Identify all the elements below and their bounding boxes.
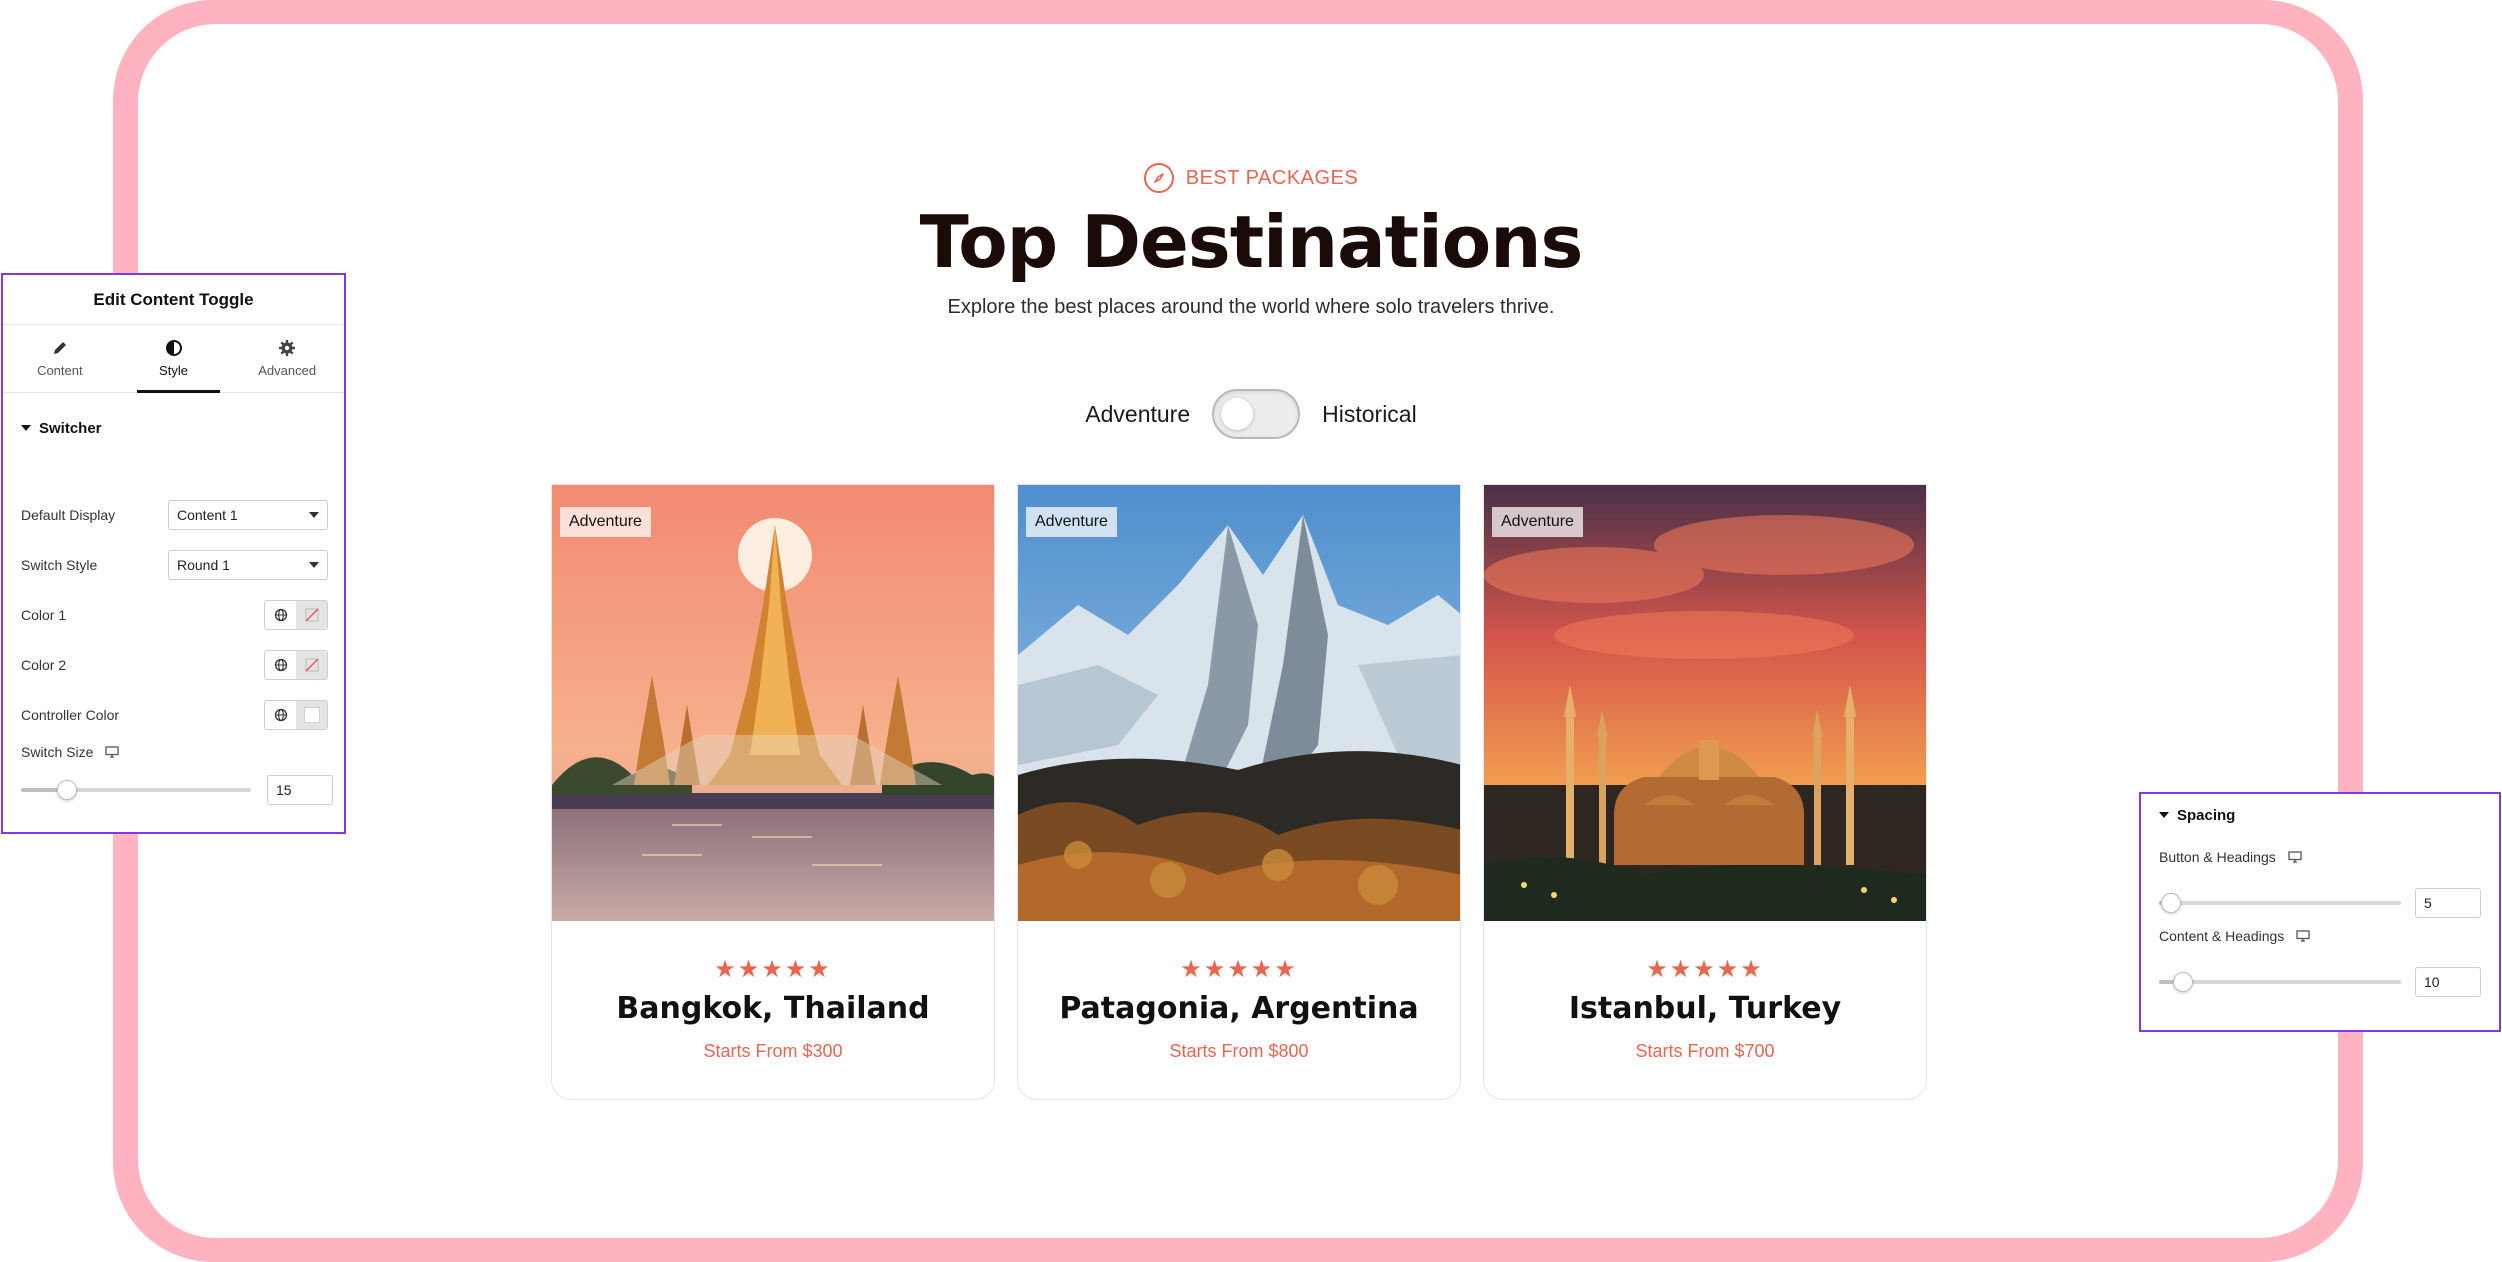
tab-advanced[interactable]: Advanced (230, 325, 344, 392)
rating-stars: ★★★★★ (1646, 956, 1764, 983)
slider-knob[interactable] (2173, 972, 2193, 992)
desktop-icon[interactable] (2288, 851, 2302, 863)
tab-label: Advanced (258, 363, 317, 378)
tab-style[interactable]: Style (117, 325, 231, 393)
card-tag: Adventure (1026, 507, 1117, 537)
field-label: Color 2 (21, 657, 67, 673)
section-label: Spacing (2177, 806, 2236, 824)
color-1-control (264, 600, 328, 630)
card-title: Istanbul, Turkey (1568, 991, 1842, 1026)
color-swatch-unset[interactable] (296, 601, 327, 629)
content-headings-slider[interactable] (2159, 972, 2401, 992)
destination-image-patagonia (1018, 485, 1460, 921)
slider-knob[interactable] (57, 780, 77, 800)
tab-label: Style (159, 363, 188, 378)
page-title: Top Destinations (919, 200, 1584, 284)
content-toggle-switch[interactable] (1212, 389, 1301, 439)
rating-stars: ★★★★★ (714, 956, 832, 983)
pencil-icon (53, 342, 66, 354)
destination-image-istanbul (1484, 485, 1926, 921)
color-swatch-white[interactable] (296, 701, 327, 729)
switch-style-select[interactable]: Round 1 (168, 550, 328, 580)
color-1-row: Color 1 (21, 600, 328, 630)
content-headings-row: Content & Headings (2159, 921, 2483, 951)
spacing-panel: Spacing Button & Headings 5 Content & He… (2139, 792, 2501, 1032)
controller-color-row: Controller Color (21, 700, 328, 730)
select-value: Content 1 (177, 507, 238, 523)
card-tag: Adventure (1492, 507, 1583, 537)
destination-card[interactable]: Adventure ★★★★★ Istanbul, Turkey Starts … (1483, 484, 1927, 1100)
field-label: Default Display (21, 507, 116, 523)
caret-down-icon (21, 425, 31, 431)
default-display-row: Default Display Content 1 (21, 500, 328, 530)
card-title: Patagonia, Argentina (1059, 991, 1419, 1026)
toggle-label-adventure[interactable]: Adventure (1085, 401, 1190, 428)
edit-content-toggle-panel: Edit Content Toggle Content Style Advanc… (1, 273, 346, 834)
page-subtitle: Explore the best places around the world… (947, 296, 1555, 318)
desktop-icon[interactable] (2296, 930, 2310, 942)
kicker-text: BEST PACKAGES (1185, 166, 1359, 189)
card-tag: Adventure (560, 507, 651, 537)
switch-size-input[interactable]: 15 (267, 775, 333, 805)
toggle-label-historical[interactable]: Historical (1322, 401, 1417, 428)
content-toggle: Adventure Historical (0, 388, 2502, 440)
globe-icon[interactable] (265, 651, 296, 679)
controller-color-control (264, 700, 328, 730)
panel-title: Edit Content Toggle (3, 275, 344, 325)
select-value: Round 1 (177, 557, 230, 573)
card-price: Starts From $700 (1635, 1041, 1775, 1061)
caret-down-icon (309, 512, 319, 518)
card-price: Starts From $300 (703, 1041, 843, 1061)
color-2-row: Color 2 (21, 650, 328, 680)
caret-down-icon (309, 562, 319, 568)
tab-label: Content (37, 363, 83, 378)
destination-image-bangkok (552, 485, 994, 921)
globe-icon[interactable] (265, 701, 296, 729)
section-toggle-switcher[interactable]: Switcher (3, 413, 344, 443)
switch-size-control: 15 (21, 775, 333, 805)
default-display-select[interactable]: Content 1 (168, 500, 328, 530)
card-title: Bangkok, Thailand (616, 991, 930, 1026)
tab-content[interactable]: Content (3, 325, 117, 392)
color-2-control (264, 650, 328, 680)
field-label: Color 1 (21, 607, 67, 623)
switch-size-slider[interactable] (21, 780, 251, 800)
field-label: Content & Headings (2159, 928, 2285, 944)
gear-icon (279, 340, 296, 356)
button-headings-control: 5 (2159, 888, 2481, 918)
field-label: Switch Style (21, 557, 98, 573)
switch-knob[interactable] (1221, 398, 1254, 430)
color-swatch-unset[interactable] (296, 651, 327, 679)
globe-icon[interactable] (265, 601, 296, 629)
half-circle-icon (165, 340, 182, 356)
section-kicker: BEST PACKAGES (0, 162, 2502, 194)
field-label: Switch Size (21, 744, 94, 760)
destination-card[interactable]: Adventure ★★★★★ Patagonia, Argentina Sta… (1017, 484, 1461, 1100)
field-label: Controller Color (21, 707, 120, 723)
destination-card[interactable]: Adventure ★★★★★ Bangkok, Thailand Starts… (551, 484, 995, 1100)
button-headings-slider[interactable] (2159, 893, 2401, 913)
content-headings-control: 10 (2159, 967, 2481, 997)
desktop-icon[interactable] (105, 746, 120, 758)
switch-style-row: Switch Style Round 1 (21, 550, 328, 580)
section-toggle-spacing[interactable]: Spacing (2141, 800, 2499, 830)
field-label: Button & Headings (2159, 849, 2276, 865)
panel-tabs: Content Style Advanced (3, 325, 344, 393)
compass-icon (1143, 163, 1174, 193)
section-label: Switcher (39, 419, 102, 437)
caret-down-icon (2159, 812, 2169, 818)
content-headings-input[interactable]: 10 (2415, 967, 2481, 997)
rating-stars: ★★★★★ (1180, 956, 1298, 983)
card-price: Starts From $800 (1169, 1041, 1309, 1061)
button-headings-input[interactable]: 5 (2415, 888, 2481, 918)
slider-knob[interactable] (2161, 893, 2181, 913)
button-headings-row: Button & Headings (2159, 842, 2483, 872)
switch-size-row: Switch Size (21, 737, 328, 767)
